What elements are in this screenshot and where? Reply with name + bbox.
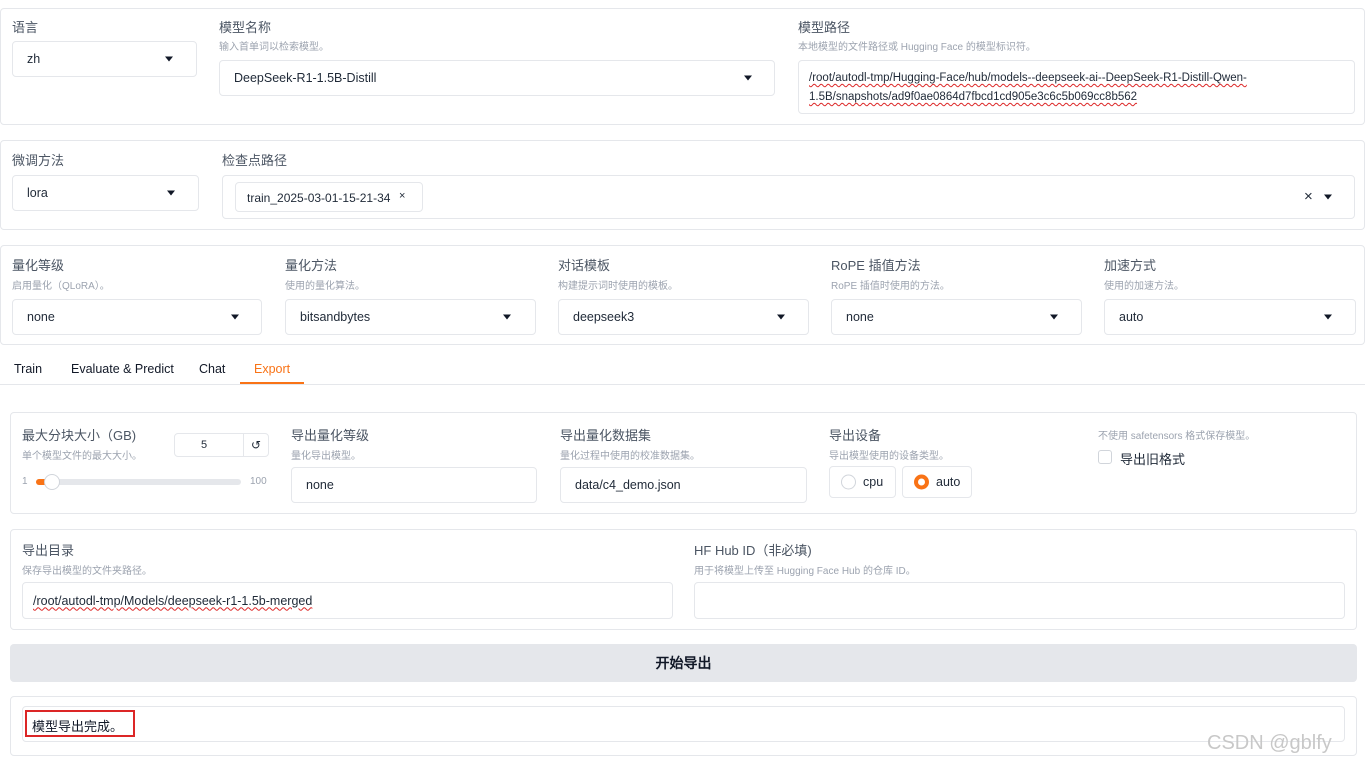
output-textbox[interactable] (22, 706, 1345, 742)
output-message: 模型导出完成。 (32, 719, 124, 734)
close-icon[interactable]: × (399, 190, 405, 202)
quant-method-label: 量化方法 (285, 258, 338, 273)
rope-dropdown[interactable]: none (831, 299, 1082, 335)
shard-size-value: 5 (201, 439, 208, 451)
chevron-down-icon (231, 314, 239, 320)
export-quant-dataset-value: data/c4_demo.json (575, 478, 681, 492)
export-device-label: 导出设备 (829, 428, 882, 443)
rope-label: RoPE 插值方法 (831, 258, 921, 273)
tab-evaluate-predict[interactable]: Evaluate & Predict (71, 362, 174, 376)
export-dir-value: /root/autodl-tmp/Models/deepseek-r1-1.5b… (33, 593, 313, 608)
legacy-format-label: 导出旧格式 (1120, 452, 1186, 467)
slider-max-label: 100 (250, 476, 267, 487)
export-dir-label: 导出目录 (22, 543, 75, 558)
booster-hint: 使用的加速方法。 (1104, 281, 1184, 292)
legacy-format-checkbox[interactable] (1098, 450, 1112, 464)
device-option-cpu[interactable]: cpu (829, 466, 896, 498)
shard-size-slider[interactable] (36, 474, 241, 490)
export-device-hint: 导出模型使用的设备类型。 (829, 451, 949, 462)
chevron-down-icon (1324, 194, 1332, 200)
tab-export[interactable]: Export (254, 362, 290, 376)
quant-method-dropdown[interactable]: bitsandbytes (285, 299, 536, 335)
export-quant-bit-label: 导出量化等级 (291, 428, 370, 443)
booster-dropdown[interactable]: auto (1104, 299, 1356, 335)
hf-hub-id-input[interactable] (694, 582, 1345, 619)
chevron-down-icon (165, 56, 173, 62)
export-dir-hint: 保存导出模型的文件夹路径。 (22, 566, 152, 577)
quant-method-hint: 使用的量化算法。 (285, 281, 365, 292)
model-name-hint: 输入首单词以检索模型。 (219, 42, 329, 53)
export-quant-dataset-hint: 量化过程中使用的校准数据集。 (560, 451, 700, 462)
export-quant-bit-input[interactable]: none (291, 467, 537, 503)
reset-icon[interactable]: ↺ (251, 438, 261, 452)
device-option-auto[interactable]: auto (902, 466, 972, 498)
model-path-hint: 本地模型的文件路径或 Hugging Face 的模型标识符。 (798, 42, 1036, 53)
start-export-label: 开始导出 (655, 655, 712, 671)
finetune-method-dropdown[interactable]: lora (12, 175, 199, 211)
model-name-label: 模型名称 (219, 20, 272, 35)
template-dropdown[interactable]: deepseek3 (558, 299, 809, 335)
template-hint: 构建提示词时使用的模板。 (558, 281, 678, 292)
booster-value: auto (1119, 310, 1144, 324)
checkpoint-chip-label: train_2025-03-01-15-21-34 (247, 191, 391, 205)
tab-export-underline (240, 382, 304, 384)
quant-bit-dropdown[interactable]: none (12, 299, 262, 335)
quant-bit-hint: 启用量化（QLoRA）。 (12, 281, 110, 292)
language-dropdown[interactable]: zh (12, 41, 197, 77)
tab-bar (0, 384, 1365, 385)
language-label: 语言 (12, 20, 39, 35)
finetune-method-value: lora (27, 186, 48, 200)
template-value: deepseek3 (573, 310, 635, 324)
tab-train[interactable]: Train (14, 362, 42, 376)
shard-size-hint: 单个模型文件的最大大小。 (22, 451, 142, 462)
quant-method-value: bitsandbytes (300, 310, 371, 324)
radio-auto[interactable] (914, 474, 929, 490)
finetune-method-label: 微调方法 (12, 153, 65, 168)
radio-cpu[interactable] (841, 474, 856, 490)
legacy-format-hint: 不使用 safetensors 格式保存模型。 (1098, 431, 1256, 442)
model-name-value: DeepSeek-R1-1.5B-Distill (234, 71, 377, 85)
booster-label: 加速方式 (1104, 258, 1157, 273)
chevron-down-icon (167, 190, 175, 196)
quant-bit-label: 量化等级 (12, 258, 65, 273)
checkpoint-path-label: 检查点路径 (222, 153, 288, 168)
device-cpu-label: cpu (863, 475, 884, 489)
chevron-down-icon (777, 314, 785, 320)
model-path-label: 模型路径 (798, 20, 851, 35)
export-dir-input[interactable]: /root/autodl-tmp/Models/deepseek-r1-1.5b… (22, 582, 673, 619)
start-export-button[interactable]: 开始导出 (10, 644, 1357, 682)
chevron-down-icon (744, 75, 752, 81)
chevron-down-icon (503, 314, 511, 320)
model-path-input[interactable]: /root/autodl-tmp/Hugging-Face/hub/models… (798, 60, 1355, 114)
model-name-dropdown[interactable]: DeepSeek-R1-1.5B-Distill (219, 60, 775, 96)
checkpoint-chip[interactable]: train_2025-03-01-15-21-34 × (235, 182, 423, 212)
checkpoint-path-select[interactable]: train_2025-03-01-15-21-34 × × (222, 175, 1355, 219)
shard-size-label: 最大分块大小（GB) (22, 428, 137, 443)
tab-chat[interactable]: Chat (199, 362, 225, 376)
language-value: zh (27, 52, 41, 66)
device-auto-label: auto (936, 475, 961, 489)
chevron-down-icon (1050, 314, 1058, 320)
shard-size-divider (243, 434, 244, 456)
slider-min-label: 1 (22, 476, 28, 487)
export-quant-dataset-label: 导出量化数据集 (560, 428, 652, 443)
clear-icon[interactable]: × (1304, 188, 1313, 205)
hf-hub-id-label: HF Hub ID（非必填) (694, 543, 812, 558)
export-quant-bit-value: none (306, 478, 334, 492)
model-path-line-1: /root/autodl-tmp/Hugging-Face/hub/models… (809, 72, 1247, 84)
model-path-line-2: 1.5B/snapshots/ad9f0ae0864d7fbcd1cd905e3… (809, 91, 1138, 103)
chevron-down-icon (1324, 314, 1332, 320)
hf-hub-id-hint: 用于将模型上传至 Hugging Face Hub 的仓库 ID。 (694, 566, 916, 577)
rope-hint: RoPE 插值时使用的方法。 (831, 281, 950, 292)
quant-bit-value: none (27, 310, 55, 324)
watermark: CSDN @gblfy (1207, 732, 1332, 754)
rope-value: none (846, 310, 874, 324)
shard-size-input[interactable]: 5 ↺ (174, 433, 269, 457)
export-quant-dataset-input[interactable]: data/c4_demo.json (560, 467, 807, 503)
export-quant-bit-hint: 量化导出模型。 (291, 451, 361, 462)
template-label: 对话模板 (558, 258, 611, 273)
